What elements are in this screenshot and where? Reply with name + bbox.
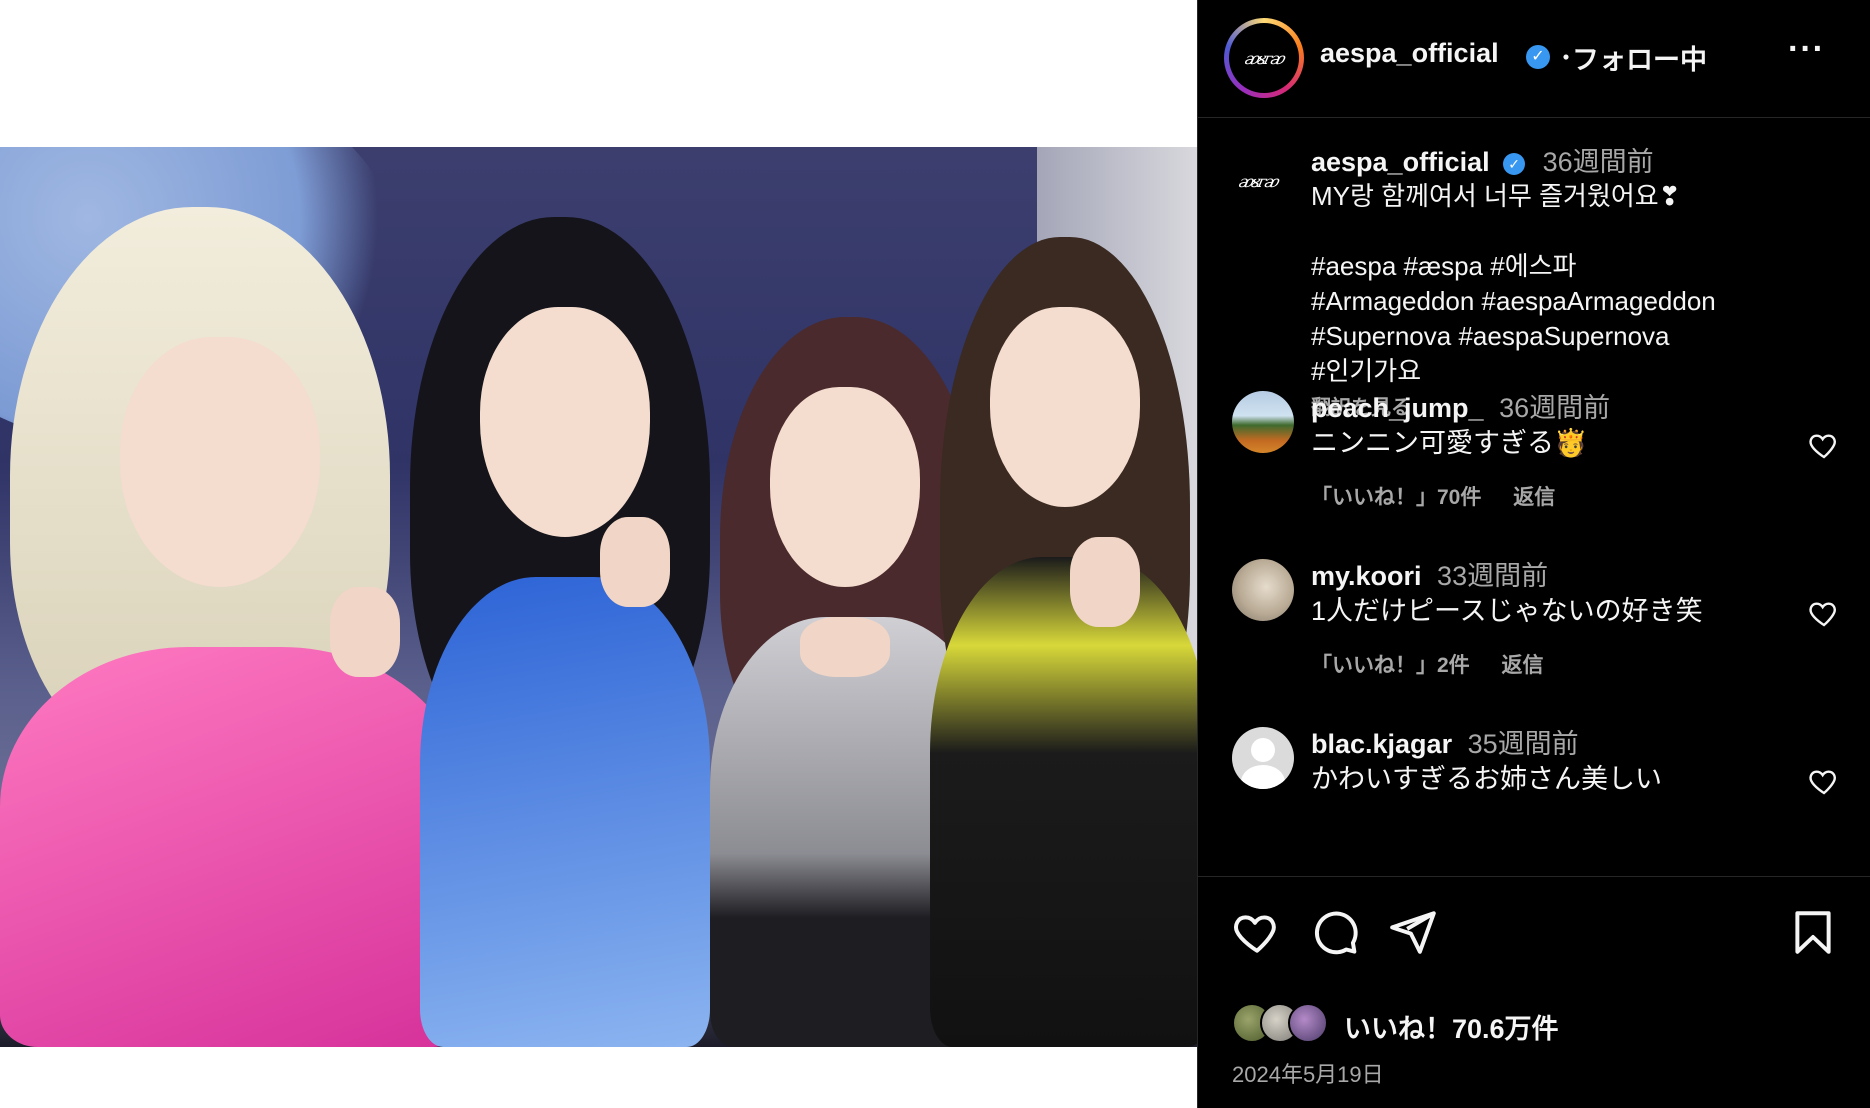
comment-reply-button[interactable]: 返信	[1502, 654, 1544, 677]
comment-username[interactable]: blac.kjagar	[1311, 729, 1452, 759]
comment-reply-button[interactable]: 返信	[1513, 486, 1555, 509]
brand-logo-icon: ᴂᴕᴦᴂ	[1236, 171, 1280, 191]
comment-timestamp[interactable]: 36週間前	[1499, 393, 1610, 423]
media-pane	[0, 0, 1197, 1108]
person-3-face	[770, 387, 920, 587]
comment-item: peach_jump_ 36週間前 ニンニン可愛すぎる🫅 「いいね！」70件 返…	[1198, 391, 1870, 541]
person-4-body	[930, 557, 1197, 1047]
person-3-hand	[800, 617, 890, 677]
comment-text: ニンニン可愛すぎる🫅	[1311, 428, 1588, 458]
commenter-avatar[interactable]	[1232, 391, 1294, 453]
comment-likes-count[interactable]: 「いいね！」2件	[1311, 654, 1470, 677]
comment-text: 1人だけピースじゃないの好き笑	[1311, 596, 1703, 626]
liker-avatar	[1288, 1003, 1328, 1043]
comment-item: my.koori 33週間前 1人だけピースじゃないの好き笑 「いいね！」2件 …	[1198, 559, 1870, 709]
comment-heart-icon[interactable]	[1808, 765, 1840, 797]
commenter-avatar[interactable]	[1232, 559, 1294, 621]
likes-count[interactable]: いいね！70.6万件	[1344, 1007, 1559, 1046]
more-dots-icon[interactable]: ···	[1788, 30, 1825, 69]
person-4-hand	[1070, 537, 1140, 627]
heart-icon[interactable]	[1232, 907, 1282, 957]
comment-likes-count[interactable]: 「いいね！」70件	[1311, 486, 1481, 509]
comment-bubble-icon[interactable]	[1310, 907, 1360, 957]
person-4	[920, 237, 1197, 1047]
comment-text: かわいすぎるお姉さん美しい	[1311, 764, 1662, 794]
comment-heart-icon[interactable]	[1808, 429, 1840, 461]
person-2-hand	[600, 517, 670, 607]
person-2-body	[420, 577, 710, 1047]
post-side-panel: ᴂᴕᴦᴂ aespa_official ✓ ・ フォロー中 ··· ᴂᴕᴦᴂ a…	[1197, 0, 1870, 1108]
person-1-face	[120, 337, 320, 587]
verified-badge-icon: ✓	[1526, 45, 1550, 69]
comment-timestamp[interactable]: 35週間前	[1468, 729, 1579, 759]
default-avatar-icon[interactable]	[1232, 727, 1294, 789]
post-actions: いいね！70.6万件 2024年5月19日	[1198, 876, 1870, 1108]
caption-username[interactable]: aespa_official	[1311, 147, 1490, 177]
comments-scroll[interactable]: ᴂᴕᴦᴂ aespa_official ✓ 36週間前 MY랑 함께여서 너무 …	[1198, 119, 1870, 876]
paper-plane-icon[interactable]	[1388, 907, 1438, 957]
caption-text: MY랑 함께여서 너무 즐거웠어요❣ #aespa #æspa #에스파 #Ar…	[1311, 181, 1716, 386]
verified-badge-icon: ✓	[1503, 152, 1526, 175]
following-button[interactable]: フォロー中	[1572, 38, 1707, 77]
comment-timestamp[interactable]: 33週間前	[1437, 561, 1548, 591]
author-username[interactable]: aespa_official	[1320, 38, 1499, 69]
caption-timestamp[interactable]: 36週間前	[1543, 147, 1654, 177]
post-date[interactable]: 2024年5月19日	[1232, 1057, 1384, 1089]
post-caption: aespa_official ✓ 36週間前 MY랑 함께여서 너무 즐거웠어요…	[1311, 145, 1831, 420]
post-header: ᴂᴕᴦᴂ aespa_official ✓ ・ フォロー中 ···	[1198, 0, 1870, 118]
post-photo[interactable]	[0, 147, 1197, 1047]
person-4-face	[990, 307, 1140, 507]
bookmark-icon[interactable]	[1788, 907, 1838, 957]
comment-heart-icon[interactable]	[1808, 597, 1840, 629]
person-2	[380, 217, 720, 1047]
comment-username[interactable]: my.koori	[1311, 561, 1422, 591]
comment-username[interactable]: peach_jump_	[1311, 393, 1484, 423]
author-avatar[interactable]: ᴂᴕᴦᴂ	[1224, 18, 1304, 98]
author-avatar-inner: ᴂᴕᴦᴂ	[1229, 23, 1299, 93]
comment-item: blac.kjagar 35週間前 かわいすぎるお姉さん美しい	[1198, 727, 1870, 876]
person-2-face	[480, 307, 650, 537]
caption-author-avatar[interactable]: ᴂᴕᴦᴂ	[1226, 149, 1290, 213]
brand-logo-icon: ᴂᴕᴦᴂ	[1242, 48, 1286, 68]
